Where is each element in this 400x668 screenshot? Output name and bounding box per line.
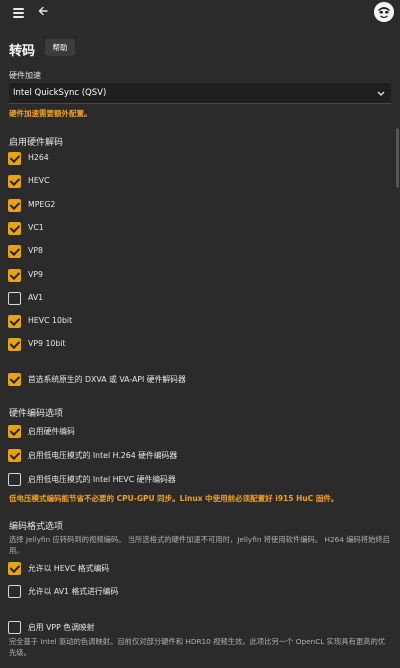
checkbox-box[interactable] — [8, 175, 21, 189]
checkbox-box[interactable] — [8, 621, 21, 634]
formats-section-title: 编码格式选项 — [9, 522, 64, 532]
checkbox-box[interactable] — [8, 221, 21, 235]
checkbox-box[interactable] — [8, 373, 21, 386]
checkbox-box[interactable] — [8, 338, 21, 352]
scrollbar-thumb[interactable] — [396, 128, 399, 188]
checkbox-label: MPEG2 — [28, 199, 56, 209]
checkbox-box[interactable] — [8, 562, 21, 575]
checkbox-box[interactable] — [8, 449, 21, 462]
checkbox-label: VC1 — [28, 222, 44, 232]
formats-description: 选择 Jellyfin 应转码到的视频编码。 当所选格式的硬件加速不可用时，Je… — [9, 535, 390, 555]
chevron-down-icon — [377, 83, 385, 112]
checkbox-label: 启用低电压模式的 Intel H.264 硬件编码器 — [28, 451, 178, 460]
checkbox-box[interactable] — [8, 245, 21, 259]
checkbox-label: 允许以 AV1 格式进行编码 — [28, 587, 119, 596]
checkbox-box[interactable] — [8, 198, 21, 212]
checkbox-label: HEVC — [28, 176, 50, 186]
checkbox-box[interactable] — [8, 425, 21, 438]
checkbox-label: AV1 — [28, 292, 44, 302]
encoding-section-title: 硬件编码选项 — [9, 409, 64, 419]
hw-accel-selected: Intel QuickSync (QSV) — [13, 88, 107, 98]
checkbox-label: HEVC 10bit — [28, 316, 73, 326]
back-arrow-icon[interactable] — [37, 5, 51, 19]
checkbox-box[interactable] — [8, 315, 21, 329]
menu-icon[interactable] — [13, 8, 24, 18]
scrollbar[interactable] — [396, 26, 400, 668]
checkbox-label: 启用低电压模式的 Intel HEVC 硬件编码器 — [28, 475, 176, 484]
checkbox-label: H264 — [28, 153, 49, 162]
checkbox-label: 启用硬件编码 — [28, 427, 75, 436]
vpp-description: 完全基于 Intel 驱动的色调映射。目前仅对部分硬件和 HDR10 视频生效。… — [9, 637, 386, 657]
top-bar — [0, 0, 400, 26]
decoding-section-title: 启用硬件解码 — [9, 138, 64, 148]
checkbox-box[interactable] — [8, 291, 21, 305]
checkbox-label: VP8 — [28, 246, 43, 256]
checkbox-box[interactable] — [8, 473, 21, 486]
checkbox-label: VP9 10bit — [28, 339, 66, 349]
low-power-warning: 低电压模式编码能节省不必要的 CPU-GPU 同步。Linux 中使用前必须配置… — [9, 494, 339, 503]
help-button[interactable]: 帮助 — [45, 39, 75, 56]
hw-accel-select[interactable]: Intel QuickSync (QSV) — [9, 83, 391, 104]
checkbox-label: 启用 VPP 色调映射 — [28, 623, 95, 632]
hw-accel-label: 硬件加速 — [9, 71, 41, 80]
checkbox-label: 首选系统原生的 DXVA 或 VA-API 硬件解码器 — [28, 375, 186, 384]
hw-accel-warning: 硬件加速需要额外配置。 — [9, 109, 92, 118]
page-title: 转码 — [9, 44, 36, 59]
checkbox-box[interactable] — [8, 585, 21, 598]
checkbox-label: 允许以 HEVC 格式编码 — [28, 564, 110, 573]
checkbox-label: VP9 — [28, 269, 43, 279]
checkbox-box[interactable] — [8, 268, 21, 282]
user-avatar[interactable] — [374, 2, 394, 22]
checkbox-box[interactable] — [8, 152, 21, 165]
